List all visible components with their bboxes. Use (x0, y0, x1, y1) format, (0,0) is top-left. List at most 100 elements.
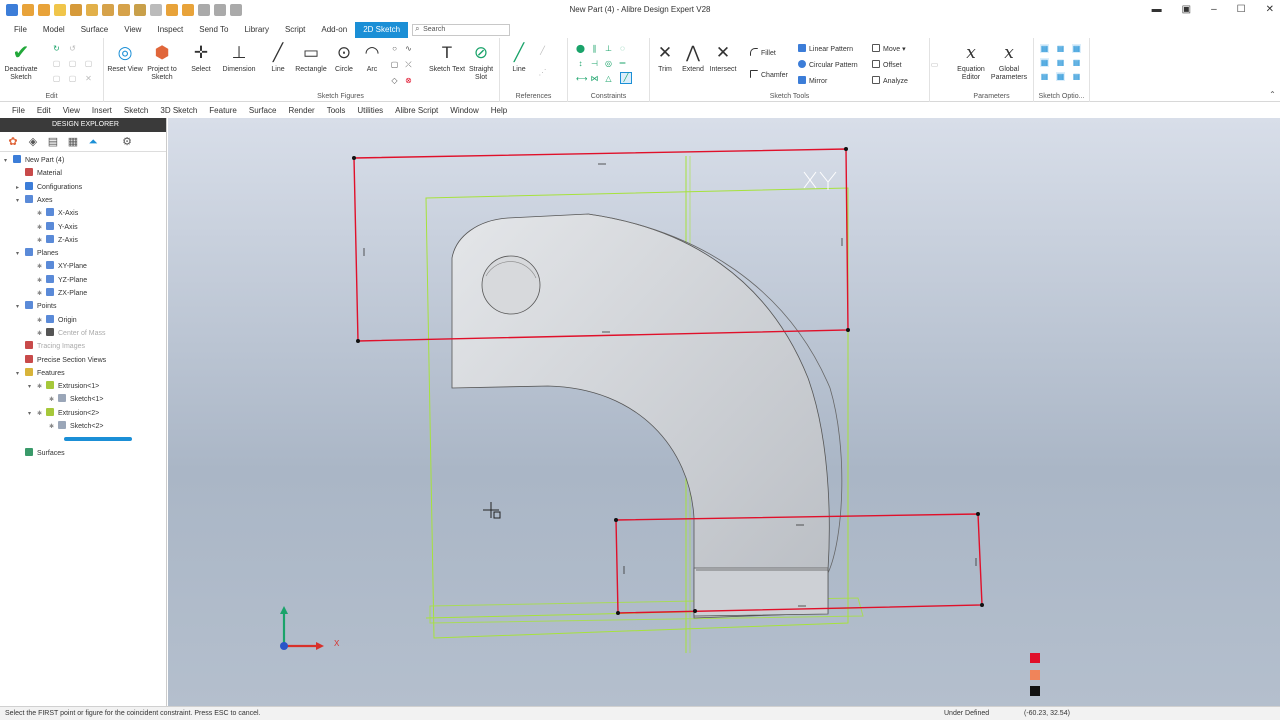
menu-window[interactable]: Window (444, 106, 484, 115)
equal-constraint-icon[interactable]: ＝ (618, 59, 627, 68)
tree-item[interactable]: ▾ Axes (16, 194, 53, 207)
tab-inspect[interactable]: Inspect (149, 22, 191, 38)
figure-tool-6-icon[interactable]: ⊗ (404, 76, 413, 85)
menu-feature[interactable]: Feature (203, 106, 243, 115)
visibility-icon[interactable]: ✱ (37, 275, 46, 288)
edit-tool-4-icon[interactable]: ▢ (68, 59, 77, 68)
expand-toggle-icon[interactable]: ▾ (16, 195, 25, 208)
expand-toggle-icon[interactable]: ▾ (16, 248, 25, 261)
intersect-button[interactable]: ✕ Intersect (704, 42, 742, 74)
edit-tool-6-icon[interactable]: ▢ (52, 74, 61, 83)
option-9-icon[interactable]: ▦ (1072, 72, 1081, 81)
edit-tool-8-icon[interactable]: ✕ (84, 74, 93, 83)
project-to-sketch-button[interactable]: ⬢ Project to Sketch (143, 42, 181, 82)
option-5-icon[interactable]: ▦ (1056, 58, 1065, 67)
straight-slot-button[interactable]: ⊘ Straight Slot (462, 42, 500, 82)
figure-tool-5-icon[interactable]: ◇ (390, 76, 399, 85)
visibility-icon[interactable]: ✱ (37, 222, 46, 235)
reference-line-button[interactable]: ╱ Line (500, 42, 538, 74)
lock-constraint-icon[interactable]: ⬤ (576, 44, 585, 53)
swatch-black[interactable] (1030, 686, 1040, 696)
menu-alibre-script[interactable]: Alibre Script (389, 106, 444, 115)
expand-toggle-icon[interactable]: ▾ (4, 155, 13, 168)
parallel-constraint-icon[interactable]: ∥ (590, 44, 599, 53)
account-icon[interactable]: ▬ (1152, 4, 1162, 15)
select-button[interactable]: ✛ Select (182, 42, 220, 74)
tree-item[interactable]: ✱ X-Axis (28, 207, 78, 220)
collapse-icon[interactable]: ⏶ (86, 135, 100, 149)
symmetric-constraint-icon[interactable]: ⋈ (590, 74, 599, 83)
visibility-icon[interactable]: ✱ (37, 315, 46, 328)
visibility-icon[interactable]: ✱ (37, 408, 46, 421)
maximize-icon[interactable]: ☐ (1237, 4, 1246, 15)
tree-item[interactable]: ✱ Z-Axis (28, 234, 78, 247)
tree-item[interactable]: ✱ Y-Axis (28, 221, 78, 234)
tree-item[interactable]: ▸ Configurations (16, 181, 82, 194)
option-2-icon[interactable]: ▦ (1056, 44, 1065, 53)
tab-library[interactable]: Library (236, 22, 276, 38)
global-parameters-button[interactable]: x Global Parameters (990, 42, 1028, 82)
tool-extra-icon[interactable]: ▭ (930, 60, 939, 69)
option-8-icon[interactable]: ▦ (1056, 72, 1065, 81)
tab-view[interactable]: View (116, 22, 149, 38)
tree-item[interactable]: ▾ ✱ Extrusion<2> (28, 407, 99, 420)
option-4-icon[interactable]: ▦ (1040, 58, 1049, 67)
option-7-icon[interactable]: ▦ (1040, 72, 1049, 81)
expand-toggle-icon[interactable]: ▾ (28, 408, 37, 421)
menu-help[interactable]: Help (485, 106, 513, 115)
tab-send-to[interactable]: Send To (191, 22, 236, 38)
figure-tool-3-icon[interactable]: ▢ (390, 60, 399, 69)
tree-item[interactable]: Tracing Images (16, 340, 85, 353)
figure-tool-4-icon[interactable]: ⤫ (404, 60, 413, 69)
reset-view-button[interactable]: ◎ Reset View (106, 42, 144, 74)
tree-item[interactable]: ✱ Sketch<2> (40, 420, 103, 433)
figure-tool-2-icon[interactable]: ∿ (404, 44, 413, 53)
tree-item[interactable]: ✱ Sketch<1> (40, 393, 103, 406)
deactivate-sketch-button[interactable]: ✔ Deactivate Sketch (2, 42, 40, 82)
arc-button[interactable]: ◠ Arc (353, 42, 391, 74)
offset-button[interactable]: Offset (872, 60, 902, 69)
move-button[interactable]: Move ▾ (872, 44, 906, 53)
tree-item[interactable]: ✱ XY-Plane (28, 260, 87, 273)
edit-tool-3-icon[interactable]: ▢ (52, 59, 61, 68)
swatch-orange[interactable] (1030, 670, 1040, 680)
tree-icon[interactable]: ▤ (46, 135, 60, 149)
menu-edit[interactable]: Edit (31, 106, 57, 115)
menu-surface[interactable]: Surface (243, 106, 283, 115)
restore-layout-icon[interactable]: ▣ (1182, 4, 1191, 15)
collapse-ribbon-icon[interactable]: ⌃ (1268, 90, 1277, 99)
viewport-canvas[interactable]: X (168, 118, 1280, 706)
circular-pattern-button[interactable]: Circular Pattern (798, 60, 858, 69)
coincident-constraint-icon[interactable]: ╱ (620, 72, 632, 84)
layers-icon[interactable]: ◈ (26, 135, 40, 149)
menu-insert[interactable]: Insert (86, 106, 118, 115)
visibility-icon[interactable]: ✱ (37, 208, 46, 221)
menu-tools[interactable]: Tools (321, 106, 352, 115)
tab-2d-sketch[interactable]: 2D Sketch (355, 22, 409, 38)
tree-item[interactable]: ▾ ✱ Extrusion<1> (28, 380, 99, 393)
midpoint-constraint-icon[interactable]: ⟷ (576, 74, 587, 83)
properties-icon[interactable]: ▦ (66, 135, 80, 149)
tree-item[interactable]: ✱ YZ-Plane (28, 274, 87, 287)
visibility-icon[interactable]: ✱ (37, 235, 46, 248)
tree-item[interactable]: Surfaces (16, 447, 65, 460)
expand-toggle-icon[interactable]: ▾ (16, 301, 25, 314)
tree-item[interactable]: ✱ Center of Mass (28, 327, 105, 340)
sketch-text-button[interactable]: T Sketch Text (428, 42, 466, 74)
visibility-icon[interactable]: ✱ (49, 421, 58, 434)
vertical-constraint-icon[interactable]: ↕ (576, 59, 585, 68)
fillet-button[interactable]: Fillet (750, 48, 776, 57)
option-3-icon[interactable]: ▦ (1072, 44, 1081, 53)
reference-tool-1-icon[interactable]: ╱ (538, 46, 547, 55)
search-input[interactable]: Search (412, 24, 511, 36)
close-icon[interactable]: ✕ (1266, 4, 1274, 15)
tree-item[interactable]: Material (16, 167, 62, 180)
tab-surface[interactable]: Surface (73, 22, 117, 38)
edit-tool-1-icon[interactable]: ↻ (52, 44, 61, 53)
expand-toggle-icon[interactable]: ▸ (16, 182, 25, 195)
expand-toggle-icon[interactable]: ▾ (28, 381, 37, 394)
visibility-icon[interactable]: ✱ (49, 394, 58, 407)
tree-item[interactable]: Precise Section Views (16, 354, 106, 367)
edit-tool-5-icon[interactable]: ▢ (84, 59, 93, 68)
option-1-icon[interactable]: ▦ (1040, 44, 1049, 53)
